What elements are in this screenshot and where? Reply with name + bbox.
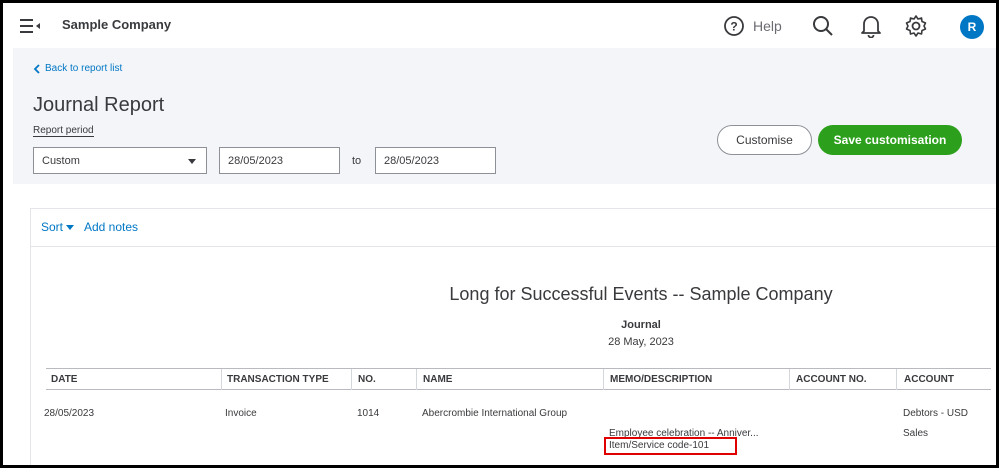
- bell-icon: [861, 16, 881, 38]
- svg-text:?: ?: [730, 20, 737, 34]
- column-header-date[interactable]: DATE: [51, 374, 77, 385]
- column-divider: [351, 369, 352, 390]
- report-header: Back to report list Journal Report Repor…: [13, 48, 996, 184]
- company-name: Sample Company: [62, 17, 172, 32]
- report-company-line: Long for Successful Events -- Sample Com…: [449, 284, 833, 304]
- report-period-select[interactable]: Custom: [33, 147, 207, 174]
- column-divider: [416, 369, 417, 390]
- question-icon: ?: [724, 16, 744, 36]
- column-divider: [896, 369, 897, 390]
- highlight-box: [604, 437, 737, 455]
- column-header-no[interactable]: NO.: [358, 374, 376, 385]
- table-header: DATE TRANSACTION TYPE NO. NAME MEMO/DESC…: [46, 368, 991, 390]
- column-header-account[interactable]: ACCOUNT: [904, 374, 954, 385]
- report-date: 28 May, 2023: [608, 336, 674, 348]
- page-title: Journal Report: [33, 94, 165, 116]
- back-to-report-list-link[interactable]: Back to report list: [33, 63, 122, 74]
- customise-button[interactable]: Customise: [717, 125, 812, 155]
- column-divider: [603, 369, 604, 390]
- column-header-memo[interactable]: MEMO/DESCRIPTION: [610, 374, 712, 385]
- cell-name: Abercrombie International Group: [422, 408, 568, 419]
- cell-transaction-type[interactable]: Invoice: [225, 408, 257, 419]
- report-name: Journal: [621, 319, 661, 331]
- report-panel: Sort Add notes Long for Successful Event…: [30, 208, 996, 465]
- notifications-button[interactable]: [858, 13, 884, 39]
- column-divider: [789, 369, 790, 390]
- report-toolbar: Sort Add notes: [31, 209, 996, 247]
- column-header-name[interactable]: NAME: [423, 374, 452, 385]
- add-notes-link[interactable]: Add notes: [84, 220, 138, 234]
- top-bar: Sample Company ? Help R: [3, 3, 996, 48]
- sort-label: Sort: [41, 220, 64, 234]
- caret-down-icon: [188, 159, 196, 164]
- gear-icon: [905, 15, 927, 37]
- report-period-value: Custom: [42, 155, 80, 167]
- column-header-transaction-type[interactable]: TRANSACTION TYPE: [227, 374, 329, 385]
- search-icon: [813, 16, 833, 36]
- report-period-label: Report period: [33, 125, 94, 137]
- to-date-input[interactable]: 28/05/2023: [375, 147, 496, 174]
- column-header-account-no[interactable]: ACCOUNT NO.: [796, 374, 867, 385]
- help-label: Help: [753, 18, 782, 34]
- chevron-left-icon: [33, 63, 40, 74]
- cell-account-debtors: Debtors - USD: [903, 408, 969, 419]
- cell-no: 1014: [357, 408, 380, 419]
- cell-account-sales: Sales: [903, 428, 929, 439]
- help-button[interactable]: ? Help: [723, 13, 782, 39]
- search-button[interactable]: [810, 13, 836, 39]
- caret-down-icon: [66, 224, 75, 230]
- from-date-input[interactable]: 28/05/2023: [219, 147, 340, 174]
- settings-button[interactable]: [903, 13, 929, 39]
- column-divider: [221, 369, 222, 390]
- save-customisation-button[interactable]: Save customisation: [818, 125, 962, 155]
- app-window: Sample Company ? Help R Back to report l…: [0, 0, 999, 468]
- user-avatar[interactable]: R: [960, 15, 984, 39]
- sort-dropdown[interactable]: Sort: [41, 220, 75, 234]
- cell-date: 28/05/2023: [44, 408, 95, 419]
- menu-collapse-icon[interactable]: [20, 17, 42, 35]
- back-link-label: Back to report list: [45, 63, 123, 74]
- to-label: to: [352, 155, 362, 167]
